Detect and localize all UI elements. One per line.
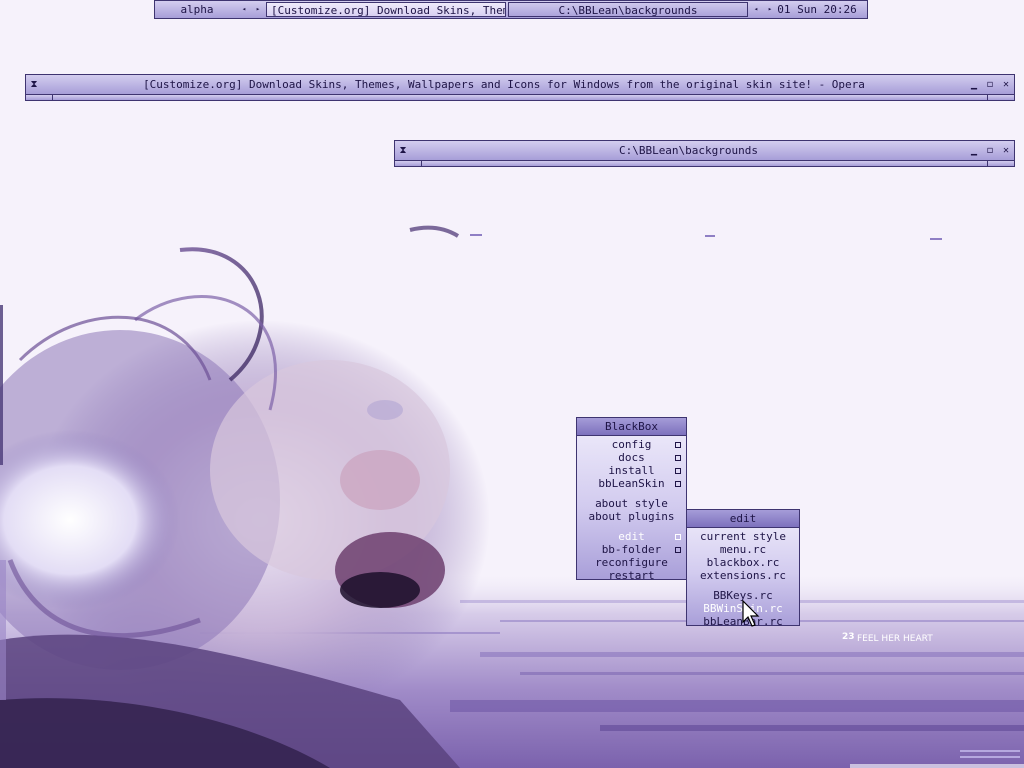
menu-item-label: config (611, 438, 652, 451)
task-next-icon[interactable]: ▸ (763, 2, 777, 17)
close-icon[interactable]: ✕ (998, 141, 1014, 160)
menu-item-edit[interactable]: edit (577, 530, 686, 543)
minimize-icon[interactable]: ▁ (966, 141, 982, 160)
menu-item-current-style[interactable]: current style (687, 530, 799, 543)
menu-item-label: current style (699, 530, 787, 543)
menu-item-install[interactable]: install (577, 464, 686, 477)
menu-item-label: blackbox.rc (706, 556, 780, 569)
workspace-name[interactable]: alpha (157, 2, 237, 17)
resize-grip-right[interactable] (987, 95, 1014, 100)
menu-item-label: menu.rc (719, 543, 767, 556)
workspace-prev-icon[interactable]: ◂ (237, 2, 251, 17)
menu-item-extensions-rc[interactable]: extensions.rc (687, 569, 799, 582)
menu-item-label: about plugins (588, 510, 675, 523)
menu-item-reconfigure[interactable]: reconfigure (577, 556, 686, 569)
opera-window: ⧗ [Customize.org] Download Skins, Themes… (25, 74, 1015, 101)
menu-item-restart[interactable]: restart (577, 569, 686, 582)
menu-item-label: install (608, 464, 655, 477)
minimize-icon[interactable]: ▁ (966, 75, 982, 94)
handle-bar[interactable] (53, 95, 987, 100)
wallpaper-caption: FEEL HER HEART (857, 634, 933, 644)
menu-item-about-plugins[interactable]: about plugins (577, 510, 686, 523)
wallpaper-caption-number: 23 (842, 632, 855, 642)
sticky-icon[interactable]: ⧗ (26, 75, 42, 94)
submenu-indicator-icon (675, 481, 681, 487)
wallpaper (0, 225, 1024, 768)
submenu-indicator-icon (675, 455, 681, 461)
taskbar-item-opera[interactable]: [Customize.org] Download Skins, Theme... (266, 2, 506, 17)
menu-item-label: docs (618, 451, 645, 464)
submenu-indicator-icon (675, 468, 681, 474)
desktop[interactable]: 23 FEEL HER HEART alpha ◂ ▸ [Customize.o… (0, 0, 1024, 768)
opera-window-title: [Customize.org] Download Skins, Themes, … (143, 78, 865, 91)
edit-submenu-title[interactable]: edit (687, 510, 799, 528)
menu-item-blackbox-rc[interactable]: blackbox.rc (687, 556, 799, 569)
submenu-indicator-icon (675, 547, 681, 553)
blackbox-menu-title[interactable]: BlackBox (577, 418, 686, 436)
menu-item-bbleanskin[interactable]: bbLeanSkin (577, 477, 686, 490)
resize-grip-left[interactable] (26, 95, 53, 100)
submenu-indicator-icon (675, 442, 681, 448)
menu-item-label: extensions.rc (699, 569, 787, 582)
resize-grip-right[interactable] (987, 161, 1014, 166)
menu-item-docs[interactable]: docs (577, 451, 686, 464)
menu-item-bb-folder[interactable]: bb-folder (577, 543, 686, 556)
mouse-cursor-icon (742, 600, 760, 627)
menu-item-label: about style (595, 497, 668, 510)
menu-item-about-style[interactable]: about style (577, 497, 686, 510)
menu-item-label: edit (618, 530, 645, 543)
explorer-window: ⧗ C:\BBLean\backgrounds ▁ ◻ ✕ (394, 140, 1015, 167)
task-prev-icon[interactable]: ◂ (749, 2, 763, 17)
blackbox-menu: BlackBox config docs install bbLeanSkin … (576, 417, 687, 582)
menu-item-menu-rc[interactable]: menu.rc (687, 543, 799, 556)
resize-grip-left[interactable] (395, 161, 422, 166)
maximize-icon[interactable]: ◻ (982, 75, 998, 94)
taskbar-item-explorer[interactable]: C:\BBLean\backgrounds (508, 2, 748, 17)
explorer-window-title: C:\BBLean\backgrounds (618, 144, 759, 157)
sticky-icon[interactable]: ⧗ (395, 141, 411, 160)
menu-item-label: reconfigure (595, 556, 668, 569)
opera-resize-handle[interactable] (26, 95, 1014, 100)
menu-item-label: restart (608, 569, 655, 582)
handle-bar[interactable] (422, 161, 987, 166)
workspace-next-icon[interactable]: ▸ (251, 2, 265, 17)
explorer-resize-handle[interactable] (395, 161, 1014, 166)
menu-item-label: bb-folder (601, 543, 662, 556)
menu-item-label: bbLeanSkin (598, 477, 665, 490)
explorer-titlebar[interactable]: ⧗ C:\BBLean\backgrounds ▁ ◻ ✕ (395, 141, 1014, 161)
opera-titlebar[interactable]: ⧗ [Customize.org] Download Skins, Themes… (26, 75, 1014, 95)
menu-item-config[interactable]: config (577, 438, 686, 451)
close-icon[interactable]: ✕ (998, 75, 1014, 94)
maximize-icon[interactable]: ◻ (982, 141, 998, 160)
submenu-indicator-icon (675, 534, 681, 540)
toolbar: alpha ◂ ▸ [Customize.org] Download Skins… (154, 0, 868, 19)
clock: 01 Sun 20:26 (777, 3, 857, 16)
